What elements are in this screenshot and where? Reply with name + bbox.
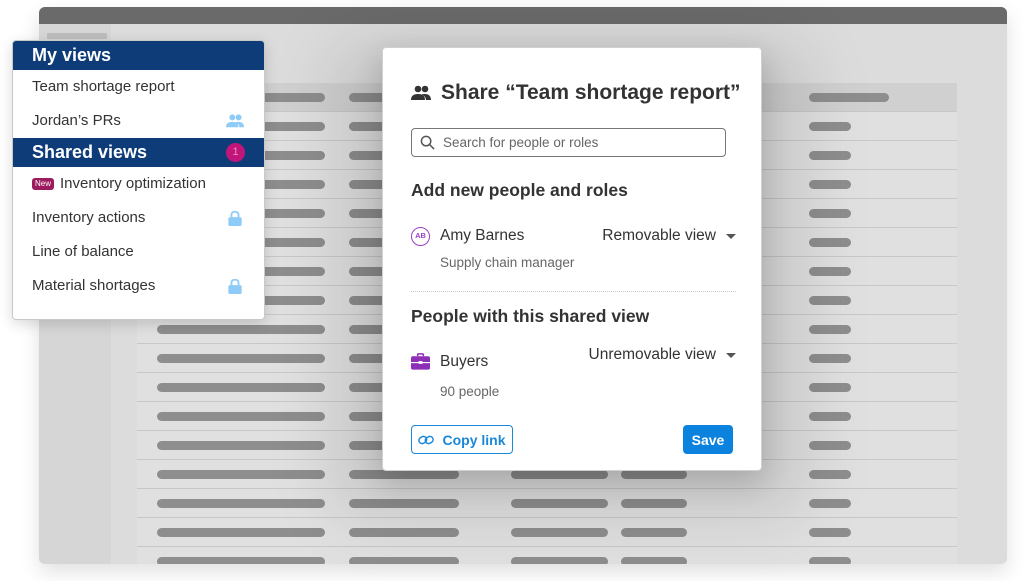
menu-item-material-shortages[interactable]: Material shortages [13,269,264,303]
cell-placeholder [809,499,851,508]
permission-dropdown[interactable]: Unremovable view [588,346,736,364]
cell-placeholder [621,528,687,537]
search-input[interactable] [443,135,703,150]
cell-placeholder [511,557,608,564]
stage: My views Team shortage report Jordan’s P… [0,0,1024,581]
cell-placeholder [809,267,851,276]
cell-placeholder [349,557,459,564]
table-row [137,547,957,564]
cell-placeholder [157,412,325,421]
my-views-header: My views [13,41,264,70]
people-icon [411,85,431,100]
cell-placeholder [809,325,851,334]
views-menu: My views Team shortage report Jordan’s P… [12,40,265,320]
briefcase-icon [411,353,430,370]
share-dialog: Share “Team shortage report” Add new peo… [382,47,762,471]
cell-placeholder [809,354,851,363]
my-views-header-label: My views [32,45,112,65]
person-subtitle: 90 people [440,384,500,399]
cell-placeholder [809,470,851,479]
search-icon [420,135,435,150]
section-divider [411,291,736,292]
lock-icon [228,278,242,294]
shared-with-heading: People with this shared view [411,306,650,326]
person-name: Amy Barnes [440,227,525,244]
sidebar-placeholder [47,33,107,39]
person-subtitle: Supply chain manager [440,255,575,270]
person-row-buyers: Buyers Unremovable view [411,346,736,374]
cell-placeholder [809,93,889,102]
cell-placeholder [809,122,851,131]
cell-placeholder [157,354,325,363]
add-people-heading: Add new people and roles [411,180,628,200]
new-tag: New [32,178,55,190]
avatar: AB [411,226,430,246]
permission-value: Removable view [602,227,716,244]
cell-placeholder [809,528,851,537]
cell-placeholder [809,209,851,218]
cell-placeholder [809,180,851,189]
shared-views-header: Shared views 1 [13,138,264,167]
menu-item-label: Line of balance [32,243,134,260]
cell-placeholder [157,528,325,537]
cell-placeholder [621,557,687,564]
person-name: Buyers [440,353,489,370]
cell-placeholder [809,557,851,564]
copy-link-label: Copy link [442,431,506,448]
dialog-title: Share “Team shortage report” [411,81,741,105]
table-row [137,518,957,547]
menu-item-team-shortage-report[interactable]: Team shortage report [13,70,264,104]
link-icon [418,435,435,444]
permission-value: Unremovable view [588,346,717,363]
save-button[interactable]: Save [683,425,733,454]
menu-item-inventory-optimization[interactable]: New Inventory optimization [13,167,264,201]
menu-item-jordans-prs[interactable]: Jordan’s PRs [13,104,264,138]
caret-down-icon [726,233,736,239]
permission-dropdown[interactable]: Removable view [602,227,736,245]
people-icon [226,114,244,128]
shared-views-header-label: Shared views [32,142,148,162]
caret-down-icon [726,352,736,358]
menu-item-label: Team shortage report [32,78,175,95]
copy-link-button[interactable]: Copy link [411,425,513,454]
search-field[interactable] [411,128,726,157]
menu-item-label: Inventory optimization [60,175,206,192]
cell-placeholder [809,238,851,247]
cell-placeholder [157,499,325,508]
cell-placeholder [157,557,325,564]
cell-placeholder [809,412,851,421]
cell-placeholder [809,151,851,160]
cell-placeholder [157,441,325,450]
cell-placeholder [511,528,608,537]
cell-placeholder [349,528,459,537]
cell-placeholder [157,325,325,334]
menu-item-line-of-balance[interactable]: Line of balance [13,235,264,269]
cell-placeholder [157,470,325,479]
person-row-amy-barnes: AB Amy Barnes Removable view [411,224,736,248]
cell-placeholder [809,383,851,392]
cell-placeholder [157,383,325,392]
notification-badge: 1 [226,143,245,162]
lock-icon [228,210,242,226]
dialog-title-text: Share “Team shortage report” [441,81,741,104]
cell-placeholder [809,296,851,305]
cell-placeholder [809,441,851,450]
menu-item-inventory-actions[interactable]: Inventory actions [13,201,264,235]
app-titlebar [39,7,1007,24]
